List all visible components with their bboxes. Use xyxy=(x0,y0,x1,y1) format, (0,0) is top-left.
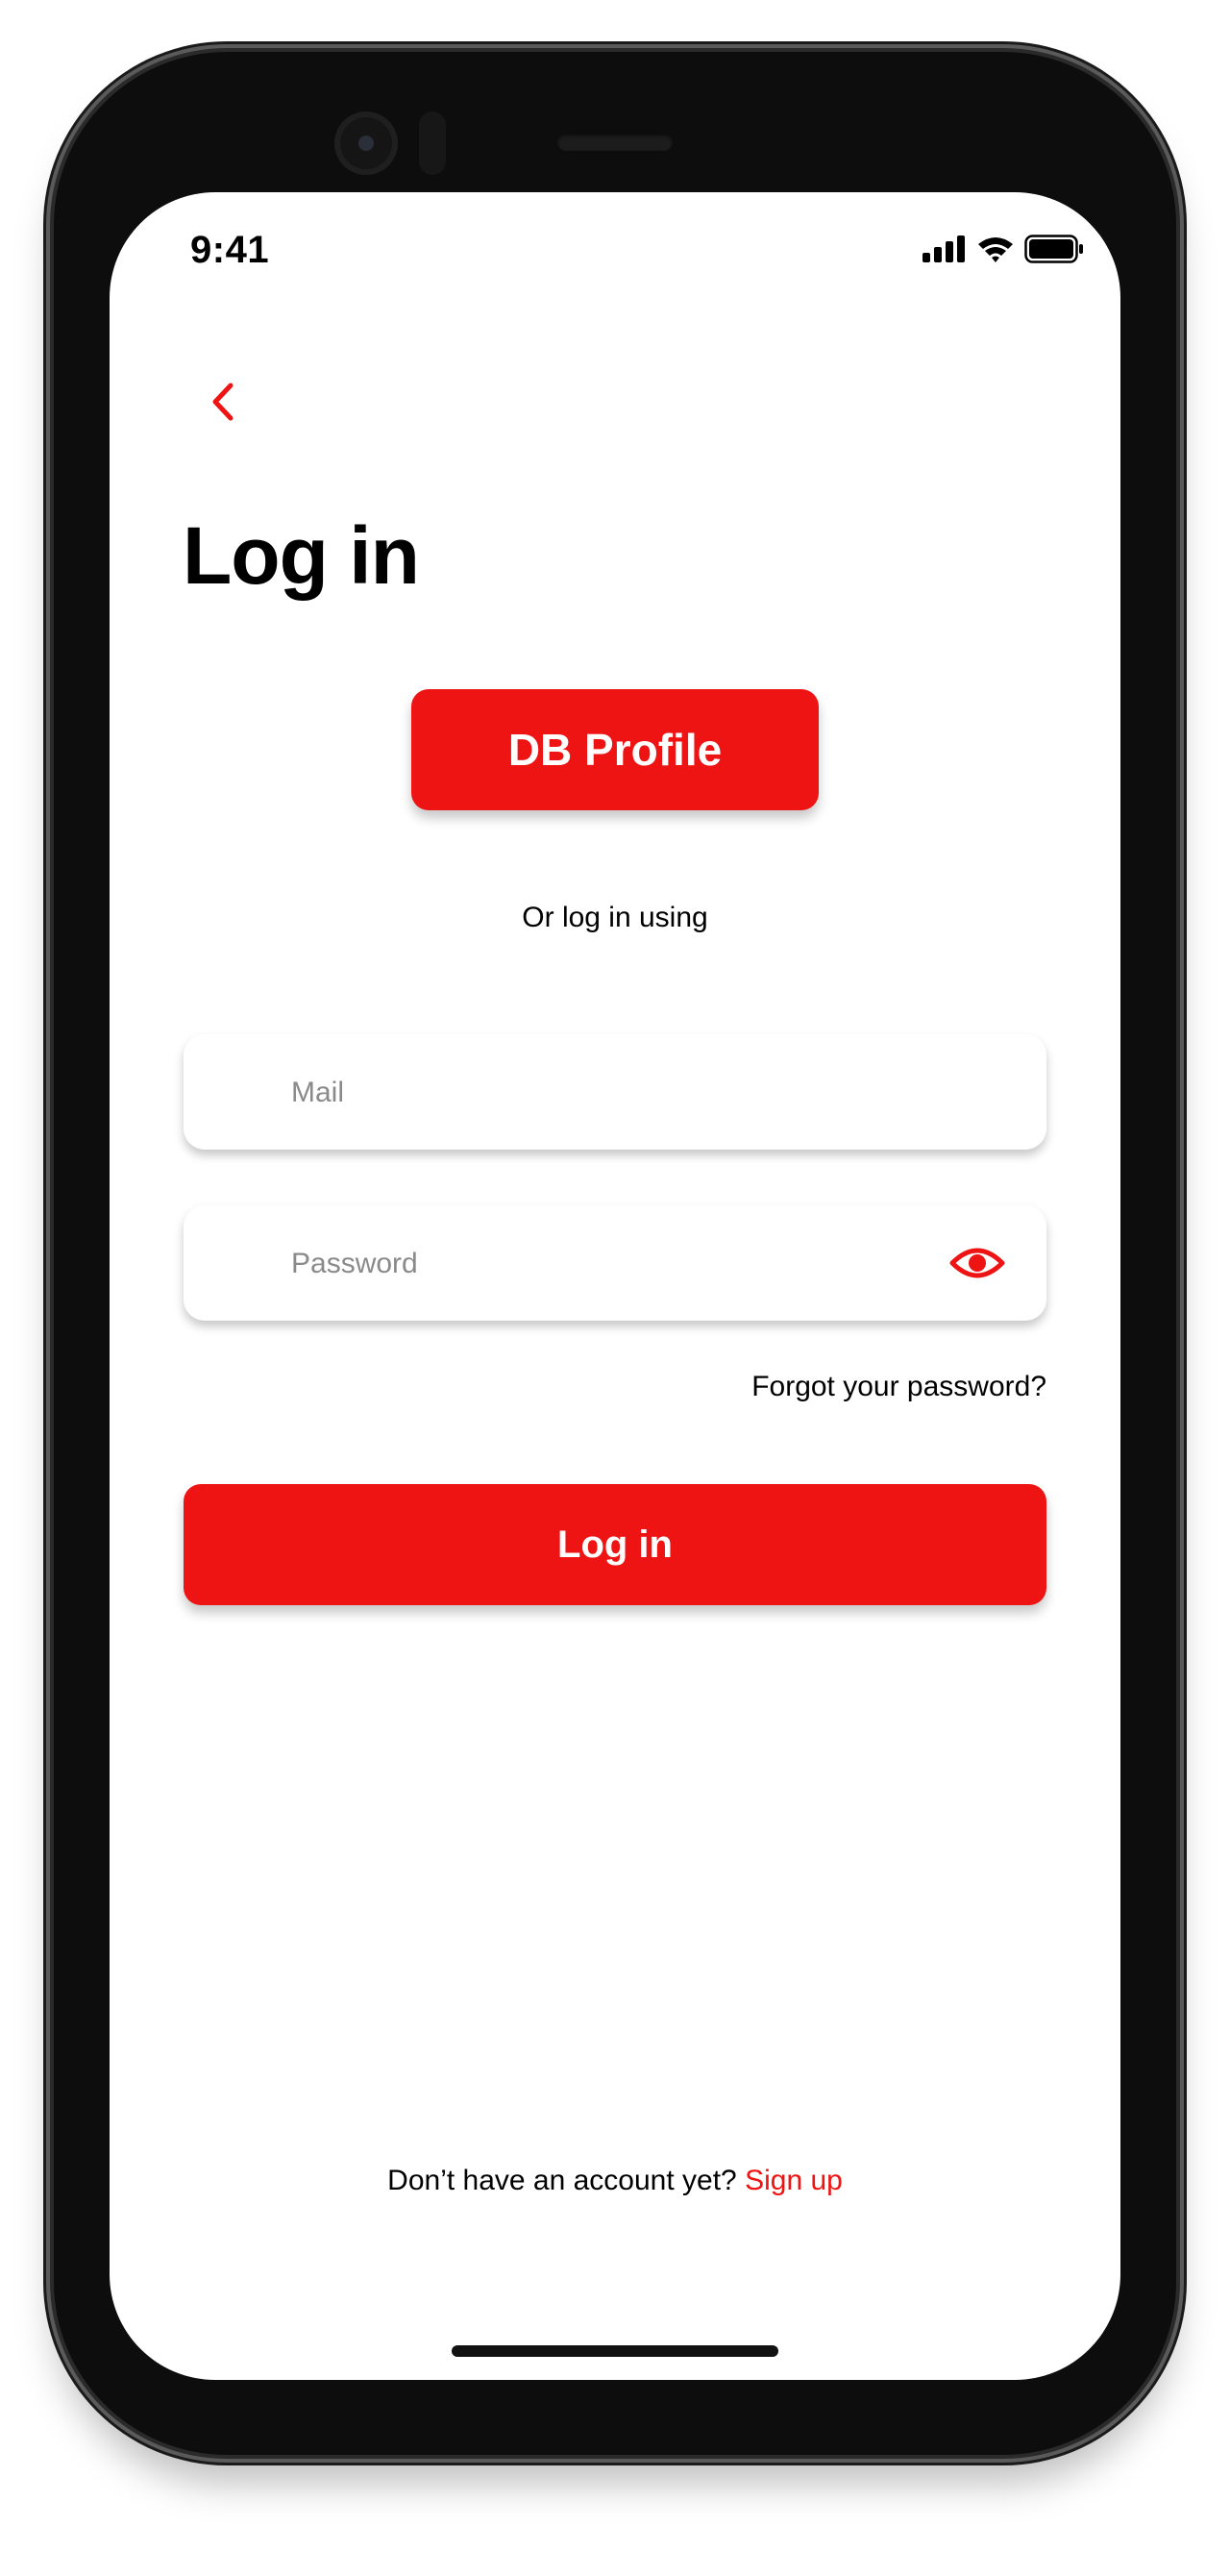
signup-prompt-text: Don’t have an account yet? xyxy=(387,2165,746,2196)
forgot-password-link[interactable]: Forgot your password? xyxy=(751,1371,1046,1403)
app-screen: 9:41 Log in DB Profile Or log in using M… xyxy=(110,192,1120,2380)
alternative-login-label: Or log in using xyxy=(522,902,708,933)
signup-prompt: Don’t have an account yet? Sign up xyxy=(110,2165,1120,2197)
toggle-password-visibility-button[interactable] xyxy=(948,1236,1006,1290)
db-profile-button[interactable]: DB Profile xyxy=(411,689,819,810)
proximity-sensor xyxy=(419,111,446,175)
page-title: Log in xyxy=(183,510,420,601)
mail-field xyxy=(184,1034,1046,1152)
password-field xyxy=(184,1205,1046,1323)
status-time: 9:41 xyxy=(190,229,270,271)
chevron-left-icon xyxy=(212,383,234,421)
password-input[interactable] xyxy=(289,1205,908,1323)
wifi-icon xyxy=(978,237,1013,262)
status-icons xyxy=(922,235,1084,263)
back-button[interactable] xyxy=(194,373,252,431)
front-camera xyxy=(334,111,398,175)
signup-link[interactable]: Sign up xyxy=(745,2165,843,2196)
home-indicator[interactable] xyxy=(452,2345,778,2357)
device-stage: 9:41 Log in DB Profile Or log in using M… xyxy=(0,0,1230,2576)
earpiece-speaker xyxy=(557,134,673,151)
battery-icon xyxy=(1024,235,1083,263)
eye-icon xyxy=(949,1248,1005,1278)
login-button[interactable]: Log in xyxy=(184,1484,1046,1605)
mail-input[interactable] xyxy=(289,1034,908,1152)
cellular-signal-icon xyxy=(922,235,965,262)
